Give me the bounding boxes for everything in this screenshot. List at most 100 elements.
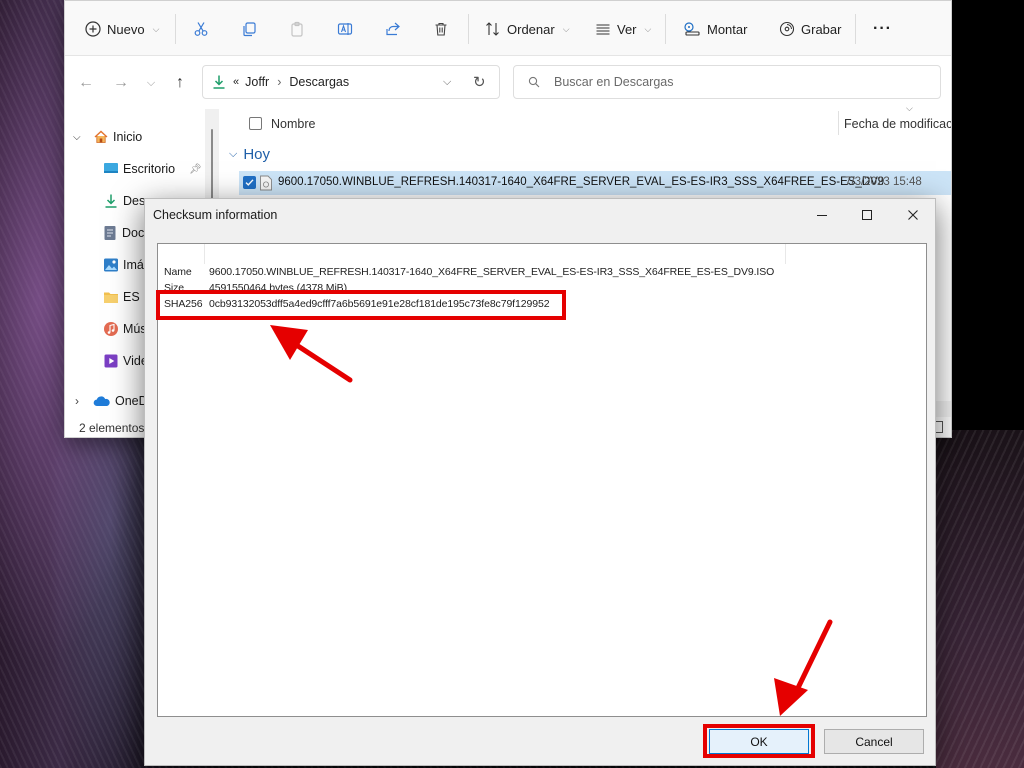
copy-button[interactable] [241, 17, 257, 41]
row-key: Name [164, 266, 192, 278]
rename-button[interactable] [337, 17, 353, 41]
sort-icon [485, 21, 501, 37]
download-icon [103, 193, 119, 209]
status-bar-count: 2 elementos [79, 421, 145, 435]
wallpaper-pattern [936, 430, 1024, 768]
sidebar-item-label: OneD [115, 394, 148, 408]
minimize-icon [817, 215, 827, 216]
clipboard-icon [289, 21, 305, 37]
toolbar-divider [468, 14, 469, 44]
sidebar-item-label: Doc [122, 226, 145, 240]
row-checkbox-checked[interactable] [243, 176, 256, 189]
breadcrumb-overflow[interactable]: « [233, 76, 239, 88]
arrow-up-icon: ↑ [176, 74, 184, 91]
close-icon [908, 210, 918, 220]
back-button[interactable]: ← [75, 72, 97, 94]
command-bar: Nuevo ⌵ Ordenar ⌵ Ver ⌵ Montar Grabar ··… [65, 1, 951, 56]
view-list-icon [595, 21, 611, 37]
sidebar-item-label: Escritorio [123, 162, 176, 176]
pin-icon[interactable]: 📌︎ [189, 164, 202, 175]
burn-label: Grabar [801, 21, 842, 37]
more-icon: ··· [873, 20, 892, 37]
minimize-button[interactable] [802, 203, 842, 227]
chevron-down-icon: ⌵ [562, 23, 570, 34]
up-button[interactable]: ↑ [169, 72, 191, 94]
new-button[interactable]: Nuevo ⌵ [85, 17, 159, 41]
toolbar-divider [175, 14, 176, 44]
dialog-title: Checksum information [153, 208, 278, 222]
disc-icon [779, 21, 795, 37]
sort-indicator-icon: ⌵ [906, 103, 913, 113]
sidebar-item-home[interactable]: ⌵ Inicio [65, 123, 215, 151]
home-icon [93, 129, 109, 145]
refresh-icon[interactable]: ↻ [473, 73, 486, 91]
table-row[interactable]: 9600.17050.WINBLUE_REFRESH.140317-1640_X… [239, 171, 951, 195]
sort-label: Ordenar [507, 21, 555, 37]
more-options-button[interactable]: ··· [873, 17, 892, 41]
chevron-right-icon: › [75, 394, 79, 408]
column-guide [785, 244, 786, 264]
mount-button[interactable]: Montar [683, 17, 747, 41]
scissors-icon [193, 21, 209, 37]
cut-button[interactable] [193, 17, 209, 41]
sidebar-item-label: ES [123, 290, 140, 304]
sort-button[interactable]: Ordenar ⌵ [485, 17, 570, 41]
wallpaper-dark-strip [952, 0, 1024, 440]
file-name: 9600.17050.WINBLUE_REFRESH.140317-1640_X… [278, 176, 885, 188]
plus-circle-icon [85, 21, 101, 37]
chevron-down-icon: ⌵ [229, 148, 238, 160]
chevron-down-icon: ⌵ [146, 76, 156, 89]
sha256-highlight-box [156, 290, 566, 320]
column-guide [204, 244, 205, 264]
music-icon [103, 321, 119, 337]
group-label: Hoy [243, 146, 271, 163]
view-button[interactable]: Ver ⌵ [595, 17, 651, 41]
folder-icon [103, 290, 119, 304]
arrow-left-icon: ← [78, 74, 94, 91]
forward-button[interactable]: → [110, 72, 132, 94]
download-icon [211, 74, 227, 90]
chevron-down-icon: ⌵ [152, 23, 160, 34]
delete-button[interactable] [433, 17, 449, 41]
column-header-date[interactable]: Fecha de modificació [844, 117, 951, 131]
column-divider[interactable] [838, 111, 839, 135]
sidebar-item-label: Imá [123, 258, 144, 272]
select-all-checkbox[interactable] [249, 117, 262, 130]
iso-file-icon [259, 175, 273, 194]
cancel-button[interactable]: Cancel [824, 729, 924, 754]
search-placeholder: Buscar en Descargas [554, 75, 674, 89]
search-box[interactable]: Buscar en Descargas [513, 65, 941, 99]
chevron-down-icon: ⌵ [644, 23, 652, 34]
copy-icon [241, 21, 257, 37]
search-icon [528, 76, 540, 88]
close-button[interactable] [893, 203, 933, 227]
documents-icon [103, 225, 117, 241]
toolbar-divider [665, 14, 666, 44]
sidebar-item-label: Inicio [113, 130, 143, 144]
view-label: Ver [617, 21, 637, 37]
address-history-chevron-icon[interactable]: ⌵ [443, 76, 451, 89]
checkmark-icon [245, 179, 254, 186]
burn-button[interactable]: Grabar [779, 17, 841, 41]
new-label: Nuevo [107, 21, 145, 37]
row-value: 9600.17050.WINBLUE_REFRESH.140317-1640_X… [209, 266, 775, 278]
file-date: 7/3/2023 15:48 [845, 176, 922, 188]
share-button[interactable] [385, 17, 401, 41]
column-header-name[interactable]: Nombre [271, 117, 315, 131]
address-bar[interactable]: « Joffr › Descargas ⌵ ↻ [202, 65, 500, 99]
address-row: ← → ⌵ ↑ « Joffr › Descargas ⌵ ↻ Buscar e… [65, 61, 951, 103]
videos-icon [103, 353, 119, 369]
breadcrumb-parent[interactable]: Joffr [245, 75, 269, 89]
desktop-icon [103, 162, 119, 176]
paste-button[interactable] [289, 17, 305, 41]
recent-locations-button[interactable]: ⌵ [140, 72, 162, 94]
mount-label: Montar [707, 21, 748, 37]
breadcrumb-current[interactable]: Descargas [289, 75, 349, 89]
maximize-button[interactable] [847, 203, 887, 227]
ok-button-highlight-box [703, 724, 815, 758]
pictures-icon [103, 257, 119, 273]
group-header-today[interactable]: ⌵ Hoy [229, 146, 270, 163]
sidebar-item-desktop[interactable]: Escritorio 📌︎ [65, 155, 215, 183]
trash-icon [433, 21, 449, 37]
breadcrumb-separator: › [277, 75, 282, 89]
